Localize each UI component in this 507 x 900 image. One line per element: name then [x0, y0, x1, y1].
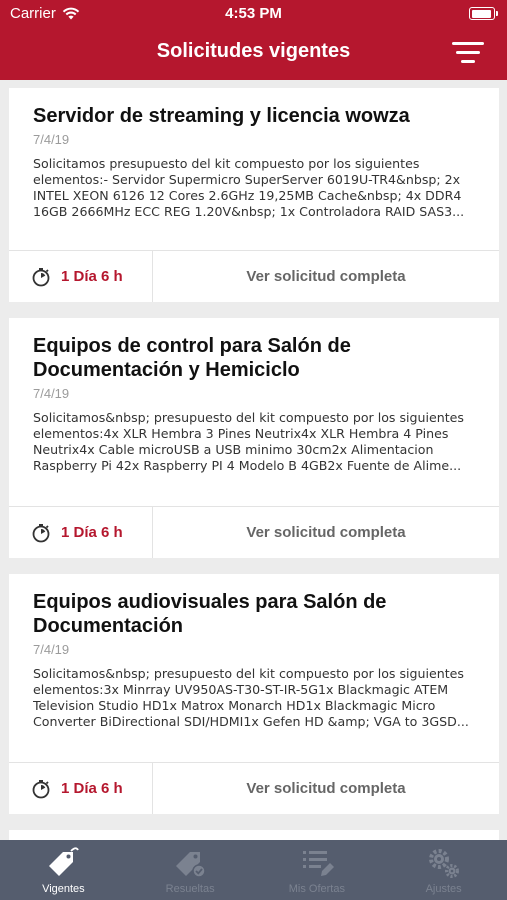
- request-date: 7/4/19: [33, 386, 70, 401]
- stopwatch-icon: [32, 523, 50, 542]
- nav-bar: Solicitudes vigentes: [0, 28, 507, 80]
- request-footer: 1 Día 6 h Ver solicitud completa: [9, 762, 499, 814]
- request-card: Equipos audiovisuales para Salón de Docu…: [9, 574, 499, 814]
- request-card: Equipos de control para Salón de Documen…: [9, 318, 499, 558]
- request-card: Servidor de streaming y licencia wowza 7…: [9, 88, 499, 302]
- tab-ajustes[interactable]: Ajustes: [380, 840, 507, 900]
- tab-label: Ajustes: [425, 883, 462, 895]
- view-full-request-button[interactable]: Ver solicitud completa: [153, 763, 499, 814]
- tab-bar: Vigentes Resueltas Mis Ofertas Ajustes: [0, 840, 507, 900]
- request-description: Solicitamos presupuesto del kit compuest…: [33, 156, 465, 219]
- time-left: 1 Día 6 h: [9, 763, 153, 814]
- tab-mis-ofertas[interactable]: Mis Ofertas: [254, 840, 381, 900]
- time-left-value: 1 Día 6 h: [61, 524, 123, 541]
- view-full-request-button[interactable]: Ver solicitud completa: [153, 507, 499, 558]
- request-footer: 1 Día 6 h Ver solicitud completa: [9, 250, 499, 302]
- battery-icon: [469, 7, 498, 20]
- gears-icon: [428, 849, 459, 878]
- time-left-value: 1 Día 6 h: [61, 780, 123, 797]
- status-bar: Carrier 4:53 PM: [0, 0, 507, 28]
- tab-label: Resueltas: [165, 883, 215, 895]
- request-date: 7/4/19: [33, 132, 70, 147]
- tag-check-icon: [176, 852, 206, 878]
- request-card-partial[interactable]: [9, 830, 499, 840]
- tab-resueltas[interactable]: Resueltas: [127, 840, 254, 900]
- request-description: Solicitamos&nbsp; presupuesto del kit co…: [33, 666, 469, 729]
- page-title: Solicitudes vigentes: [156, 40, 351, 62]
- request-title[interactable]: Equipos de control para Salón de Documen…: [33, 334, 475, 382]
- tag-icon: [49, 847, 80, 876]
- stopwatch-icon: [32, 267, 50, 286]
- request-footer: 1 Día 6 h Ver solicitud completa: [9, 506, 499, 558]
- filter-icon[interactable]: [451, 40, 485, 66]
- request-date: 7/4/19: [33, 642, 70, 657]
- list-edit-icon: [302, 851, 334, 876]
- time-left: 1 Día 6 h: [9, 507, 153, 558]
- tab-label: Mis Ofertas: [288, 883, 345, 895]
- request-title[interactable]: Equipos audiovisuales para Salón de Docu…: [33, 590, 475, 638]
- request-description: Solicitamos&nbsp; presupuesto del kit co…: [33, 410, 464, 473]
- time-left-value: 1 Día 6 h: [61, 268, 123, 285]
- tab-label: Vigentes: [42, 883, 85, 895]
- tab-vigentes[interactable]: Vigentes: [0, 840, 127, 900]
- request-title[interactable]: Servidor de streaming y licencia wowza: [33, 104, 475, 128]
- stopwatch-icon: [32, 779, 50, 798]
- time-left: 1 Día 6 h: [9, 251, 153, 302]
- view-full-request-button[interactable]: Ver solicitud completa: [153, 251, 499, 302]
- request-list[interactable]: Servidor de streaming y licencia wowza 7…: [0, 80, 507, 840]
- clock: 4:53 PM: [225, 5, 282, 22]
